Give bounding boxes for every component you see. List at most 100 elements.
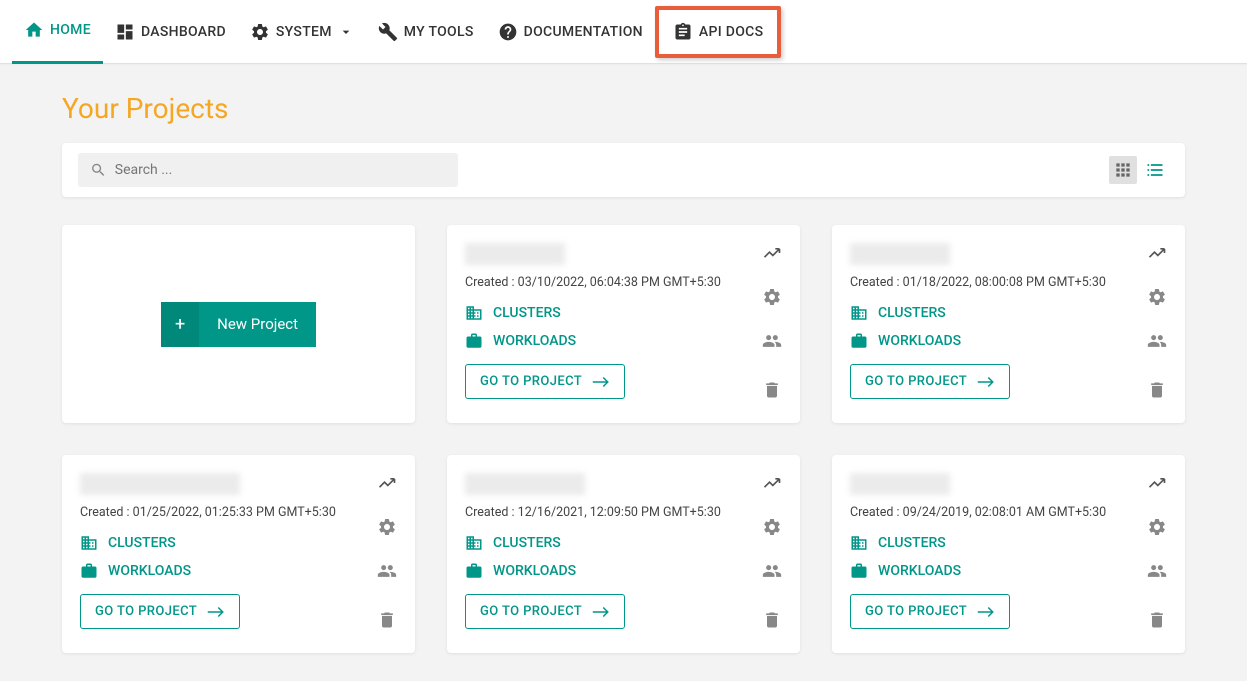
workloads-link[interactable]: WORKLOADS: [465, 562, 782, 580]
project-card: Created : 01/18/2022, 08:00:08 PM GMT+5:…: [832, 225, 1185, 423]
new-project-button[interactable]: + New Project: [161, 302, 316, 347]
nav-system[interactable]: SYSTEM: [238, 0, 366, 64]
clusters-link[interactable]: CLUSTERS: [465, 534, 782, 552]
settings-icon[interactable]: [1147, 287, 1167, 311]
projects-grid: + New Project Created : 03/10/2022, 06:0…: [62, 225, 1185, 653]
nav-api-docs-highlight: API DOCS: [655, 6, 781, 58]
users-icon[interactable]: [1147, 331, 1167, 355]
project-name-redacted: [465, 243, 565, 265]
arrow-right-icon: [592, 375, 610, 389]
project-created: Created : 12/16/2021, 12:09:50 PM GMT+5:…: [465, 505, 782, 520]
nav-documentation[interactable]: DOCUMENTATION: [486, 0, 655, 64]
clusters-icon: [465, 534, 483, 552]
settings-icon[interactable]: [377, 517, 397, 541]
settings-icon[interactable]: [762, 517, 782, 541]
chevron-down-icon: [338, 24, 354, 40]
clusters-label: CLUSTERS: [878, 305, 946, 321]
clusters-label: CLUSTERS: [878, 535, 946, 551]
project-created: Created : 01/25/2022, 01:25:33 PM GMT+5:…: [80, 505, 397, 520]
dashboard-icon: [115, 22, 135, 42]
users-icon[interactable]: [1147, 561, 1167, 585]
clusters-link[interactable]: CLUSTERS: [465, 304, 782, 322]
users-icon[interactable]: [377, 561, 397, 585]
clusters-icon: [850, 534, 868, 552]
workloads-label: WORKLOADS: [878, 333, 961, 349]
page-title: Your Projects: [62, 92, 1185, 125]
workloads-icon: [850, 332, 868, 350]
search-box[interactable]: [78, 153, 458, 187]
goto-label: GO TO PROJECT: [865, 374, 967, 389]
workloads-link[interactable]: WORKLOADS: [850, 562, 1167, 580]
clusters-label: CLUSTERS: [108, 535, 176, 551]
search-input[interactable]: [115, 162, 446, 178]
search-icon: [90, 161, 107, 179]
new-project-label: New Project: [199, 303, 316, 345]
workloads-label: WORKLOADS: [878, 563, 961, 579]
clusters-icon: [850, 304, 868, 322]
workloads-link[interactable]: WORKLOADS: [465, 332, 782, 350]
goto-project-button[interactable]: GO TO PROJECT: [850, 594, 1010, 629]
workloads-icon: [465, 332, 483, 350]
nav-label: DASHBOARD: [141, 24, 226, 40]
trending-icon[interactable]: [762, 243, 782, 267]
nav-dashboard[interactable]: DASHBOARD: [103, 0, 238, 64]
goto-label: GO TO PROJECT: [865, 604, 967, 619]
arrow-right-icon: [977, 375, 995, 389]
trending-icon[interactable]: [377, 473, 397, 497]
project-card: Created : 03/10/2022, 06:04:38 PM GMT+5:…: [447, 225, 800, 423]
goto-project-button[interactable]: GO TO PROJECT: [850, 364, 1010, 399]
nav-my-tools[interactable]: MY TOOLS: [366, 0, 486, 64]
project-card: Created : 01/25/2022, 01:25:33 PM GMT+5:…: [62, 455, 415, 653]
workloads-link[interactable]: WORKLOADS: [80, 562, 397, 580]
delete-icon[interactable]: [762, 379, 782, 405]
clusters-label: CLUSTERS: [493, 305, 561, 321]
settings-icon[interactable]: [1147, 517, 1167, 541]
delete-icon[interactable]: [1147, 379, 1167, 405]
clipboard-icon: [673, 22, 693, 42]
arrow-right-icon: [977, 605, 995, 619]
project-card: Created : 09/24/2019, 02:08:01 AM GMT+5:…: [832, 455, 1185, 653]
page-content: Your Projects + New Project C: [0, 64, 1247, 681]
workloads-label: WORKLOADS: [108, 563, 191, 579]
goto-label: GO TO PROJECT: [480, 604, 582, 619]
home-icon: [24, 20, 44, 40]
view-list-button[interactable]: [1141, 156, 1169, 184]
workloads-icon: [465, 562, 483, 580]
goto-project-button[interactable]: GO TO PROJECT: [465, 594, 625, 629]
delete-icon[interactable]: [762, 609, 782, 635]
project-created: Created : 03/10/2022, 06:04:38 PM GMT+5:…: [465, 275, 782, 290]
nav-label: HOME: [50, 22, 91, 38]
users-icon[interactable]: [762, 331, 782, 355]
clusters-link[interactable]: CLUSTERS: [80, 534, 397, 552]
new-project-card: + New Project: [62, 225, 415, 423]
goto-label: GO TO PROJECT: [480, 374, 582, 389]
clusters-icon: [80, 534, 98, 552]
settings-icon[interactable]: [762, 287, 782, 311]
nav-api-docs[interactable]: API DOCS: [661, 12, 775, 52]
project-name-redacted: [850, 473, 950, 495]
clusters-label: CLUSTERS: [493, 535, 561, 551]
users-icon[interactable]: [762, 561, 782, 585]
goto-project-button[interactable]: GO TO PROJECT: [80, 594, 240, 629]
arrow-right-icon: [207, 605, 225, 619]
goto-label: GO TO PROJECT: [95, 604, 197, 619]
workloads-label: WORKLOADS: [493, 333, 576, 349]
help-icon: [498, 22, 518, 42]
nav-label: SYSTEM: [276, 24, 332, 40]
project-created: Created : 01/18/2022, 08:00:08 PM GMT+5:…: [850, 275, 1167, 290]
workloads-label: WORKLOADS: [493, 563, 576, 579]
delete-icon[interactable]: [1147, 609, 1167, 635]
clusters-link[interactable]: CLUSTERS: [850, 534, 1167, 552]
top-nav: HOME DASHBOARD SYSTEM MY TOOLS DOCUMENTA…: [0, 0, 1247, 64]
goto-project-button[interactable]: GO TO PROJECT: [465, 364, 625, 399]
nav-home[interactable]: HOME: [12, 0, 103, 64]
clusters-link[interactable]: CLUSTERS: [850, 304, 1167, 322]
trending-icon[interactable]: [1147, 473, 1167, 497]
nav-label: DOCUMENTATION: [524, 24, 643, 40]
trending-icon[interactable]: [762, 473, 782, 497]
workloads-link[interactable]: WORKLOADS: [850, 332, 1167, 350]
view-grid-button[interactable]: [1109, 156, 1137, 184]
delete-icon[interactable]: [377, 609, 397, 635]
trending-icon[interactable]: [1147, 243, 1167, 267]
grid-icon: [1113, 160, 1133, 180]
